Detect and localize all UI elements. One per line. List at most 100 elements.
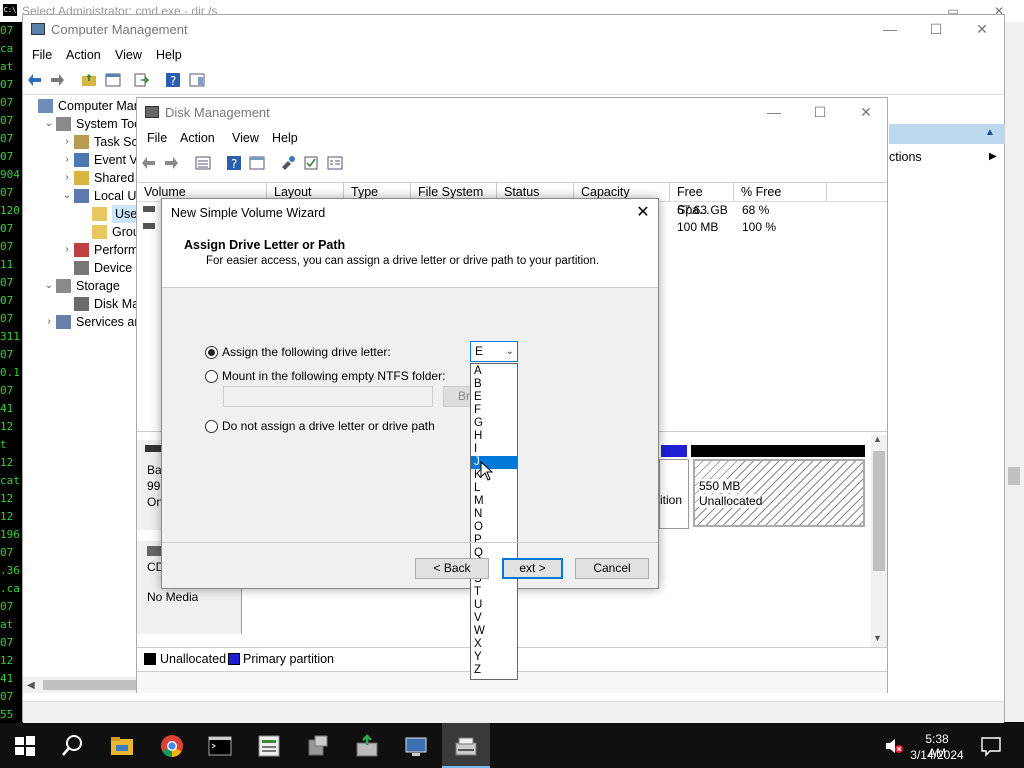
expand-chevron-icon[interactable]: › [62,241,72,259]
scroll-up-icon[interactable]: ▲ [873,434,882,444]
dm-maximize-button[interactable]: ☐ [797,98,843,128]
computer-management-taskbar-icon[interactable] [257,734,281,758]
chrome-icon[interactable] [160,734,184,758]
drive-letter-option[interactable]: F [471,404,517,417]
clock-date[interactable]: 3/14/2024 [906,748,968,762]
dm-menu-help[interactable]: Help [272,131,298,145]
export-list-icon[interactable] [133,72,149,88]
cm-minimize-button[interactable]: — [867,15,913,45]
dm-menu-view[interactable]: View [232,131,259,145]
drive-letter-option[interactable]: H [471,430,517,443]
expand-chevron-icon[interactable]: › [62,133,72,151]
dm-menu-file[interactable]: File [147,131,167,145]
console-scrollbar[interactable] [1004,22,1024,722]
windows-start-icon[interactable] [13,734,37,758]
tree-item[interactable]: Disk Manag [23,295,137,313]
connect-icon[interactable] [280,155,296,171]
drive-letter-option[interactable]: V [471,612,517,625]
server-manager-icon[interactable] [306,734,330,758]
expand-chevron-icon[interactable]: › [62,169,72,187]
file-explorer-icon[interactable] [110,734,134,758]
dm-menu-action[interactable]: Action [180,131,215,145]
cm-title-bar[interactable]: Computer Management — ☐ ✕ [23,15,1004,45]
drive-letter-option[interactable]: I [471,443,517,456]
tree-item[interactable]: › Task Sched [23,133,137,151]
next-button[interactable]: ext > [502,558,563,579]
tree-item[interactable]: › Performan [23,241,137,259]
drive-letter-option[interactable]: L [471,482,517,495]
tree-item[interactable]: Users [23,205,137,223]
no-letter-radio[interactable] [205,420,218,433]
collapse-chevron-icon[interactable]: ⌄ [62,187,72,205]
drive-letter-option[interactable]: Y [471,651,517,664]
tree-item[interactable]: ⌄ System Tools [23,115,137,133]
drive-letter-option[interactable]: E [471,391,517,404]
check-icon[interactable] [303,155,319,171]
drive-letter-option[interactable]: M [471,495,517,508]
drive-letter-select[interactable]: E ⌄ [470,341,518,362]
scroll-left-icon[interactable]: ◀ [27,680,35,691]
graphic-scroll-thumb[interactable] [873,451,885,571]
scroll-down-icon[interactable]: ▼ [873,633,882,643]
tree-item[interactable]: › Shared Fold [23,169,137,187]
column-free-space[interactable]: Free Spa... [670,183,734,217]
no-letter-label[interactable]: Do not assign a drive letter or drive pa… [222,419,435,433]
cancel-button[interactable]: Cancel [575,558,649,579]
column-percent-free[interactable]: % Free [734,183,827,201]
forward-arrow-icon[interactable] [163,155,179,171]
drive-letter-option[interactable]: Z [471,664,517,677]
command-prompt-icon[interactable] [208,734,232,758]
cm-close-button[interactable]: ✕ [959,15,1005,45]
tree-item[interactable]: › Services and A [23,313,137,331]
more-actions-label[interactable]: ctions [889,150,922,164]
tree-item[interactable]: ⌄ Storage [23,277,137,295]
dm-close-button[interactable]: ✕ [843,98,889,128]
mount-folder-radio[interactable] [205,370,218,383]
drive-letter-option[interactable]: T [471,586,517,599]
volume-muted-icon[interactable] [884,736,904,756]
collapse-chevron-icon[interactable]: ⌄ [44,277,54,295]
drive-letter-option[interactable]: B [471,378,517,391]
back-arrow-icon[interactable] [27,72,43,88]
unallocated-block[interactable] [693,459,865,527]
tree-item[interactable]: Device Mar [23,259,137,277]
help-icon[interactable]: ? [226,155,242,171]
network-share-icon[interactable] [355,734,379,758]
help-icon[interactable]: ? [165,72,181,88]
expand-chevron-icon[interactable]: › [62,151,72,169]
drive-letter-option[interactable]: P [471,534,517,547]
drive-letter-option[interactable]: A [471,365,517,378]
cm-menu-help[interactable]: Help [156,48,182,62]
expand-chevron-icon[interactable]: › [44,313,54,331]
drive-letter-option[interactable]: J [471,456,517,469]
up-folder-icon[interactable] [81,72,97,88]
mount-folder-label[interactable]: Mount in the following empty NTFS folder… [222,369,445,383]
forward-arrow-icon[interactable] [49,72,65,88]
tree-item[interactable]: › Event View [23,151,137,169]
notification-icon[interactable] [980,735,1002,757]
chevron-right-icon[interactable]: ▶ [989,151,997,162]
properties-pane-icon[interactable] [189,72,205,88]
folder-path-input[interactable] [223,386,433,407]
drive-letter-option[interactable]: U [471,599,517,612]
collapse-up-icon[interactable]: ▲ [985,127,995,138]
console-scroll-thumb[interactable] [1008,467,1020,485]
show-pane-icon[interactable] [249,155,265,171]
cm-maximize-button[interactable]: ☐ [913,15,959,45]
drive-letter-option[interactable]: G [471,417,517,430]
list-view-icon[interactable] [195,155,211,171]
drive-letter-option[interactable]: K [471,469,517,482]
cm-menu-action[interactable]: Action [66,48,101,62]
assign-letter-radio[interactable] [205,346,218,359]
tree-scroll-thumb[interactable] [43,680,137,690]
back-button[interactable]: < Back [415,558,489,579]
cm-menu-file[interactable]: File [32,48,52,62]
back-arrow-icon[interactable] [141,155,157,171]
drive-letter-option[interactable]: O [471,521,517,534]
tree-item[interactable]: ⌄ Local Users [23,187,137,205]
show-hide-tree-icon[interactable] [105,72,121,88]
remote-desktop-icon[interactable] [404,734,428,758]
drive-letter-option[interactable]: W [471,625,517,638]
collapse-chevron-icon[interactable]: ⌄ [44,115,54,133]
tree-item[interactable]: Computer Manag [23,97,137,115]
